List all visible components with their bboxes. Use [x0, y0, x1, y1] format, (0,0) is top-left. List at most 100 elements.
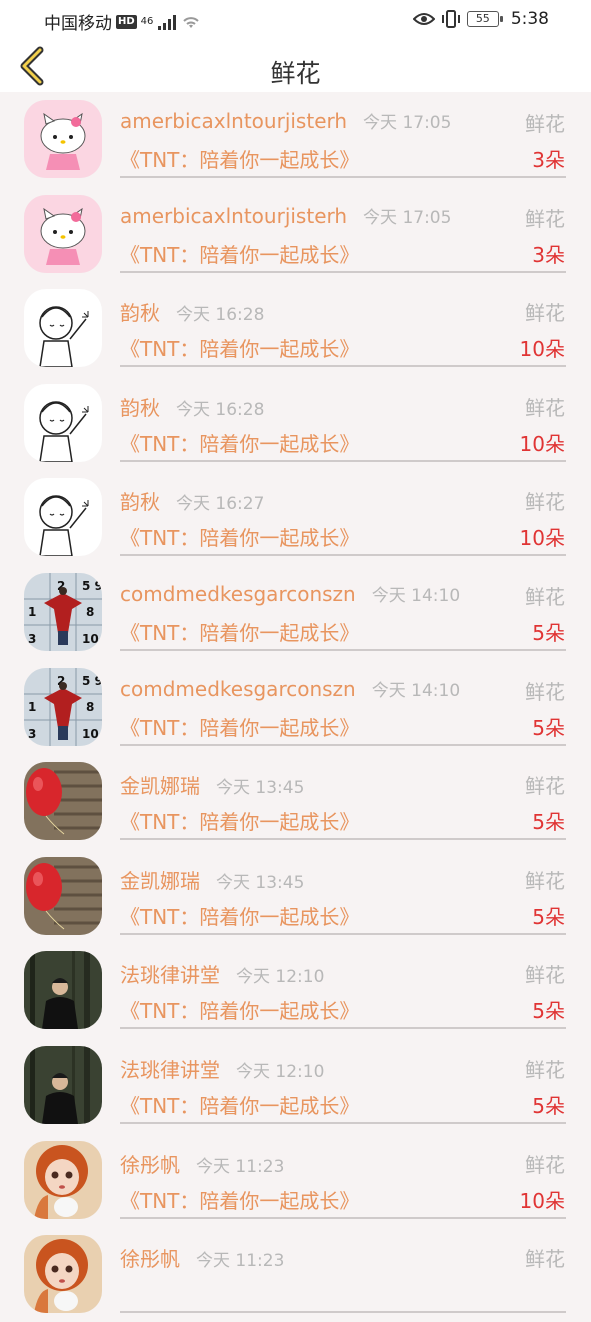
divider	[120, 554, 566, 557]
svg-text:3: 3	[28, 727, 36, 741]
user-name[interactable]: 韵秋	[120, 392, 160, 421]
avatar[interactable]: 2 5 9 1 8 3 10	[24, 667, 102, 746]
book-title[interactable]: 《TNT：陪着你一起成长》	[120, 1185, 359, 1214]
gift-count: 5朵	[532, 620, 565, 645]
divider	[120, 932, 566, 935]
user-name[interactable]: 徐彤帆	[120, 1243, 180, 1272]
list-item[interactable]: 法珧律讲堂 今天 12:10 鲜花 《TNT：陪着你一起成长》 5朵	[0, 1038, 591, 1133]
book-title[interactable]: 《TNT：陪着你一起成长》	[120, 806, 359, 835]
list-item[interactable]: 法珧律讲堂 今天 12:10 鲜花《TNT：陪着你一起成长》 5朵	[0, 943, 591, 1038]
book-title[interactable]: 《TNT：陪着你一起成长》	[120, 239, 359, 268]
list-item[interactable]: 韵秋 今天 16:28 鲜花 《TNT：陪着你一起成长》 10朵	[0, 376, 591, 471]
gift-type: 鲜花	[525, 774, 565, 799]
user-name[interactable]: comdmedkesgarconszn	[120, 677, 356, 701]
book-title[interactable]: 《TNT：陪着你一起成长》	[120, 144, 359, 173]
avatar[interactable]	[24, 762, 102, 841]
hd-badge: HD	[116, 14, 137, 29]
list-item[interactable]: 2 5 9 1 8 3 10 comdmedkesgarconszn 今天 14:…	[0, 565, 591, 660]
divider	[120, 838, 566, 841]
gift-count: 5朵	[532, 999, 565, 1024]
book-title[interactable]: 《TNT：陪着你一起成长》	[120, 617, 359, 646]
avatar[interactable]	[24, 478, 102, 557]
timestamp: 今天 12:10	[236, 1061, 325, 1082]
timestamp: 今天 17:05	[363, 113, 452, 133]
book-title[interactable]: 《TNT：陪着你一起成长》	[120, 428, 359, 457]
list-item[interactable]: amerbicaxlntourjisterh 今天 17:05 鲜花 《TNT：陪着你…	[0, 92, 591, 187]
avatar[interactable]	[24, 289, 102, 368]
avatar[interactable]	[24, 951, 102, 1030]
avatar[interactable]	[24, 1045, 102, 1124]
user-name[interactable]: 金凯娜瑞	[120, 770, 200, 799]
book-title[interactable]: 《TNT：陪着你一起成长》	[120, 333, 359, 362]
user-name[interactable]: 法珧律讲堂	[120, 959, 220, 988]
book-title[interactable]: 《TNT：陪着你一起成长》	[120, 995, 359, 1024]
list-item[interactable]: 金凯娜瑞 今天 13:45 鲜花 《TNT：陪着你一起成长》 5朵	[0, 849, 591, 944]
avatar[interactable]	[24, 1235, 102, 1314]
name-line: amerbicaxlntourjisterh 今天 17:05	[120, 108, 451, 133]
avatar[interactable]	[24, 383, 102, 462]
user-name[interactable]: amerbicaxlntourjisterh	[120, 204, 347, 228]
book-title[interactable]: 《TNT：陪着你一起成长》	[120, 901, 359, 930]
name-line: comdmedkesgarconszn 今天 14:10	[120, 676, 460, 701]
svg-text:1: 1	[28, 700, 36, 714]
gift-type: 鲜花	[525, 206, 565, 231]
list-item[interactable]: 韵秋 今天 16:27 鲜花 《TNT：陪着你一起成长》 10朵	[0, 470, 591, 565]
avatar[interactable]: 2 5 9 1 8 3 10	[24, 572, 102, 651]
user-name[interactable]: amerbicaxlntourjisterh	[120, 109, 347, 133]
divider	[120, 176, 566, 178]
gift-type: 鲜花	[525, 395, 565, 420]
svg-text:8: 8	[86, 700, 94, 714]
name-line: 法珧律讲堂 今天 12:10	[120, 1054, 324, 1083]
timestamp: 今天 14:10	[371, 680, 461, 701]
name-line: 金凯娜瑞 今天 13:45	[120, 865, 304, 894]
gift-type: 鲜花	[525, 490, 565, 515]
gift-count: 10朵	[519, 337, 565, 362]
user-name[interactable]: 法珧律讲堂	[120, 1054, 220, 1083]
user-name[interactable]: 金凯娜瑞	[120, 865, 200, 894]
divider	[120, 270, 566, 273]
svg-text:8: 8	[86, 605, 94, 619]
user-name[interactable]: 韵秋	[120, 297, 160, 326]
name-line: 徐彤帆 今天 11:23	[120, 1243, 284, 1272]
list-item[interactable]: 徐彤帆 今天 11:23 鲜花 《TNT：陪着你一起成长》 10朵	[0, 1133, 591, 1228]
book-title[interactable]: 《TNT：陪着你一起成长》	[120, 712, 359, 741]
list-item[interactable]: amerbicaxlntourjisterh 今天 17:05 鲜花 《TNT：陪着你…	[0, 187, 591, 282]
divider	[120, 365, 566, 368]
divider	[120, 1311, 566, 1314]
gift-count: 3朵	[532, 148, 565, 172]
gift-count: 10朵	[519, 526, 565, 551]
divider	[120, 459, 566, 462]
user-name[interactable]: 韵秋	[120, 486, 160, 515]
timestamp: 今天 16:28	[176, 305, 265, 326]
avatar[interactable]	[24, 194, 102, 273]
gift-type: 鲜花	[525, 868, 565, 893]
book-title[interactable]: 《TNT：陪着你一起成长》	[120, 522, 359, 551]
user-name[interactable]: comdmedkesgarconszn	[120, 582, 356, 606]
gift-type: 鲜花	[525, 1247, 565, 1272]
name-line: comdmedkesgarconszn 今天 14:10	[120, 581, 460, 606]
book-title[interactable]: 《TNT：陪着你一起成长》	[120, 1090, 359, 1119]
divider	[120, 1121, 566, 1124]
list-item[interactable]: 2 5 9 1 8 3 10 comdmedkesgarconszn 今天 14:…	[0, 660, 591, 755]
avatar[interactable]	[24, 856, 102, 935]
user-name[interactable]: 徐彤帆	[120, 1149, 180, 1178]
signal-icon	[158, 14, 177, 30]
avatar[interactable]	[24, 100, 102, 178]
list-item[interactable]: 韵秋 今天 16:28 鲜花 《TNT：陪着你一起成长》 10朵	[0, 281, 591, 376]
eye-icon	[412, 13, 435, 25]
avatar[interactable]	[24, 1140, 102, 1219]
list-item[interactable]: 徐彤帆 今天 11:23 鲜花	[0, 1227, 591, 1322]
gift-type: 鲜花	[525, 963, 565, 988]
status-right: 55 5:38	[412, 9, 549, 29]
timestamp: 今天 12:10	[236, 967, 325, 988]
gift-count: 10朵	[519, 431, 565, 456]
svg-text:10: 10	[82, 632, 99, 646]
svg-text:5 9: 5 9	[82, 579, 102, 593]
page-title: 鲜花	[270, 59, 321, 88]
gift-count: 10朵	[519, 1188, 565, 1213]
svg-text:1: 1	[28, 605, 36, 619]
divider	[120, 648, 566, 651]
list-item[interactable]: 金凯娜瑞 今天 13:45 鲜花 《TNT：陪着你一起成长》 5朵	[0, 754, 591, 849]
timestamp: 今天 14:10	[371, 585, 461, 606]
divider	[120, 1027, 566, 1030]
